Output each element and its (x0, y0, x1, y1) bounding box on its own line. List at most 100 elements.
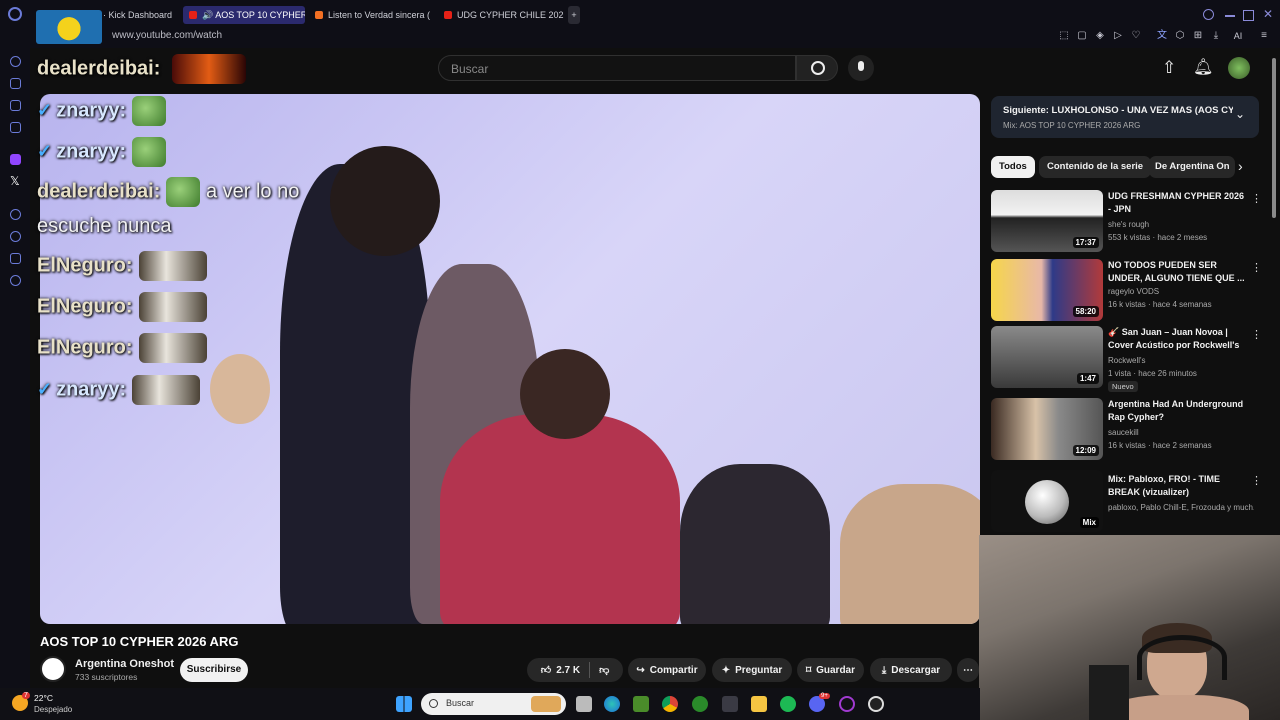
chat-message: ElNeguro: (37, 333, 207, 363)
task-view-icon[interactable] (576, 696, 592, 712)
xbox-icon[interactable] (692, 696, 708, 712)
flow-icon[interactable] (10, 78, 21, 89)
video-meta: 1 vista · hace 26 minutos (1108, 369, 1197, 378)
heart-icon[interactable]: ♡ (1130, 30, 1142, 42)
recommended-video[interactable]: 1:47 🎸 San Juan – Juan Novoa | Cover Acú… (991, 326, 1262, 392)
channel-avatar[interactable] (40, 656, 66, 682)
translate-icon[interactable]: 文 (1156, 30, 1168, 42)
bell-icon[interactable]: 🔔︎ (1193, 57, 1213, 77)
tab-aos-cypher[interactable]: 🔊 AOS TOP 10 CYPHER 2 (183, 6, 305, 24)
emote-image (138, 292, 207, 322)
video-channel: saucekill (1108, 428, 1139, 437)
download-icon[interactable]: ⤓ (1210, 30, 1222, 42)
messenger-icon[interactable] (10, 122, 21, 133)
up-next-title: Siguiente: LUXHOLONSO - UNA VEZ MAS (AOS… (1003, 105, 1233, 116)
more-actions-button[interactable]: ⋯ (957, 658, 979, 682)
maximize-icon[interactable] (1243, 10, 1254, 21)
chip-todos[interactable]: Todos (991, 156, 1035, 178)
video-thumbnail[interactable]: Mix (991, 470, 1103, 532)
video-title: Mix: Pabloxo, FRO! - TIME BREAK (vizuali… (1108, 474, 1220, 497)
tab-verdad-sincera[interactable]: Listen to Verdad sincera (V (315, 6, 430, 24)
more-options-icon[interactable]: ⋮ (1251, 328, 1262, 341)
recommended-video[interactable]: 17:37 UDG FRESHMAN CYPHER 2026 - JPN she… (991, 190, 1262, 254)
subscriber-count: 733 suscriptores (75, 672, 138, 682)
player-icon[interactable]: ▷ (1112, 30, 1124, 42)
snapshot-icon[interactable]: ▢ (1076, 30, 1088, 42)
video-thumbnail[interactable]: 12:09 (991, 398, 1103, 460)
edge-icon[interactable] (604, 696, 620, 712)
player-icon[interactable] (10, 209, 21, 220)
up-next-subtitle: Mix: AOS TOP 10 CYPHER 2026 ARG (1003, 121, 1141, 130)
mix-badge: Mix (1079, 517, 1099, 528)
chevron-right-icon[interactable]: › (1238, 158, 1243, 174)
duration-badge: 58:20 (1072, 306, 1099, 317)
thumbs-down-icon[interactable]: 👎︎ (599, 664, 609, 676)
aria-ai-button[interactable]: AI (1228, 30, 1248, 42)
puzzle-icon[interactable]: ⊞ (1192, 30, 1204, 42)
subscribe-button[interactable]: Suscribirse (180, 658, 248, 682)
youtube-icon (189, 11, 197, 19)
extensions-icon[interactable]: ⬡ (1174, 30, 1186, 42)
scrollbar[interactable] (1272, 58, 1276, 218)
channel-name[interactable]: Argentina Oneshot (75, 658, 174, 670)
download-button[interactable]: ⤓ Descargar (870, 658, 952, 682)
history-icon[interactable] (10, 231, 21, 242)
video-thumbnail[interactable]: 58:20 (991, 259, 1103, 321)
twitch-icon[interactable] (10, 154, 21, 165)
chip-series[interactable]: Contenido de la serie (1039, 156, 1152, 178)
search-icon[interactable] (1203, 9, 1214, 20)
minimize-icon[interactable] (1225, 15, 1235, 17)
video-thumbnail[interactable]: 1:47 (991, 326, 1103, 388)
windows-start-icon[interactable] (396, 696, 412, 712)
upload-icon[interactable]: ⇧ (1162, 58, 1176, 78)
menu-icon[interactable]: ≡ (1258, 30, 1270, 42)
bookmark-icon[interactable]: ⬚ (1058, 30, 1070, 42)
opera-gx-icon[interactable] (839, 696, 855, 712)
chip-argentina[interactable]: De Argentina On (1149, 156, 1235, 178)
chat-message: dealerdeibai: (37, 54, 246, 84)
pinboard-icon[interactable] (10, 100, 21, 111)
browser-logo[interactable] (8, 7, 22, 21)
up-next-panel[interactable]: Siguiente: LUXHOLONSO - UNA VEZ MAS (AOS… (991, 96, 1259, 138)
search-input[interactable]: Buscar (438, 55, 796, 81)
video-meta: 16 k vistas · hace 4 semanas (1108, 300, 1212, 309)
address-bar[interactable]: www.youtube.com/watch (112, 30, 222, 41)
headphones (1137, 635, 1227, 680)
file-explorer-icon[interactable] (751, 696, 767, 712)
webcam-chair (1089, 665, 1129, 720)
recommended-video[interactable]: 12:09 Argentina Had An Underground Rap C… (991, 398, 1259, 462)
save-button[interactable]: ⌑ Guardar (797, 658, 864, 682)
chat-message: ✓ znaryy: (37, 375, 201, 405)
minecraft-icon[interactable] (633, 696, 649, 712)
settings-icon[interactable] (10, 275, 21, 286)
voice-search-button[interactable] (848, 55, 874, 81)
recommended-video[interactable]: 58:20 NO TODOS PUEDEN SER UNDER, ALGUNO … (991, 259, 1262, 323)
more-options-icon[interactable]: ⋮ (1251, 192, 1262, 205)
like-button[interactable]: 👍︎ 2.7 K (541, 664, 580, 677)
recommended-video[interactable]: Mix Mix: Pabloxo, FRO! - TIME BREAK (viz… (991, 470, 1262, 534)
ask-button[interactable]: ✦ Preguntar (712, 658, 792, 682)
tab-kick-dashboard[interactable]: · Kick Dashboard (103, 6, 173, 24)
user-avatar[interactable] (1228, 57, 1250, 79)
share-button[interactable]: ↪ Compartir (628, 658, 706, 682)
video-thumbnail[interactable]: 17:37 (991, 190, 1103, 252)
app-icon[interactable] (722, 696, 738, 712)
tab-udg-cypher-chile[interactable]: UDG CYPHER CHILE 2026 (444, 6, 564, 24)
aria-icon[interactable] (10, 56, 21, 67)
taskbar-search[interactable]: Buscar (421, 693, 566, 715)
search-button[interactable] (796, 55, 838, 81)
more-options-icon[interactable]: ⋮ (1251, 261, 1262, 274)
chevron-down-icon[interactable]: ⌄ (1235, 107, 1245, 121)
video-title: UDG FRESHMAN CYPHER 2026 - JPN (1108, 191, 1245, 214)
obs-icon[interactable] (868, 696, 884, 712)
chrome-icon[interactable] (662, 696, 678, 712)
more-options-icon[interactable]: ⋮ (1251, 474, 1262, 487)
vpn-icon[interactable]: ◈ (1094, 30, 1106, 42)
spotify-icon[interactable] (780, 696, 796, 712)
x-twitter-icon[interactable]: 𝕏 (10, 174, 20, 188)
new-tab-button[interactable]: + (568, 6, 580, 24)
close-icon[interactable]: ✕ (1263, 7, 1273, 21)
extensions-icon[interactable] (10, 253, 21, 264)
mix-ball (1025, 480, 1069, 524)
duration-badge: 17:37 (1072, 237, 1099, 248)
